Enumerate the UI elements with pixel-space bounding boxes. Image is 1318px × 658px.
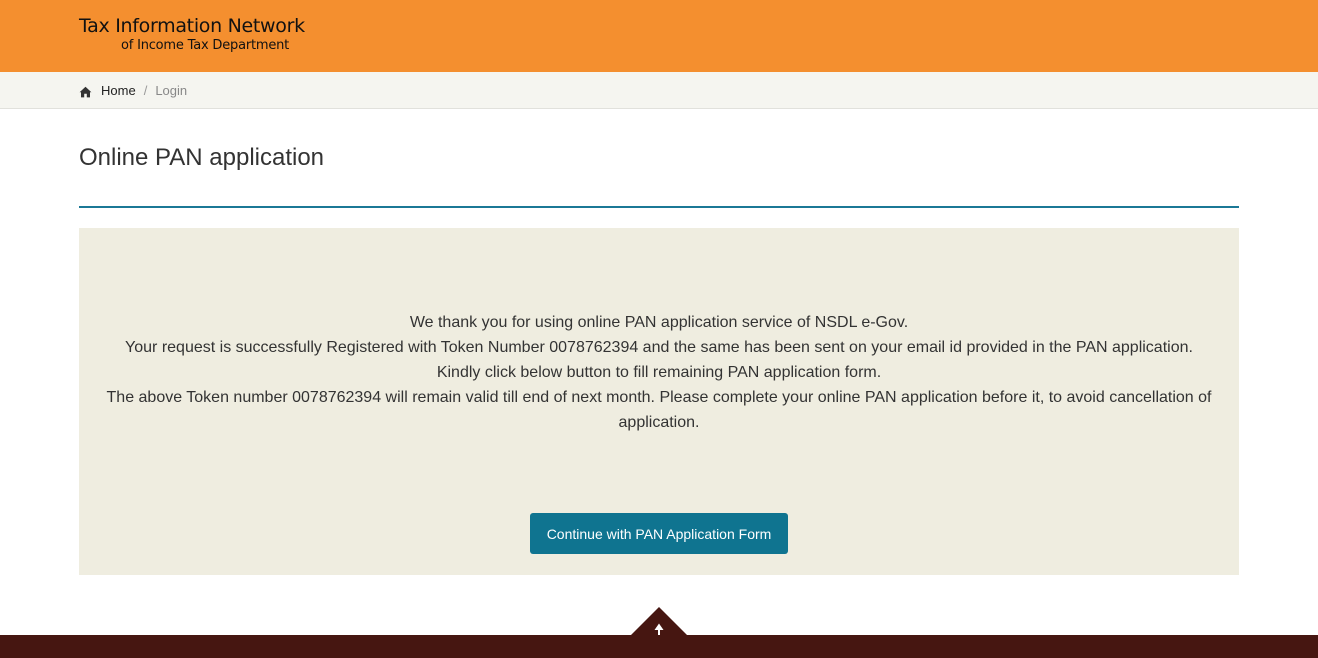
arrow-up-icon [630,607,688,636]
confirmation-message: We thank you for using online PAN applic… [89,310,1229,435]
continue-pan-form-button[interactable]: Continue with PAN Application Form [530,513,788,554]
breadcrumb-home-link[interactable]: Home [101,82,136,99]
site-header: Tax Information Network of Income Tax De… [0,0,1318,72]
scroll-to-top-button[interactable] [630,607,688,636]
breadcrumb-bar: Home / Login [0,72,1318,109]
confirmation-panel: We thank you for using online PAN applic… [79,228,1239,575]
footer-bar [0,635,1318,658]
thank-you-text: We thank you for using online PAN applic… [409,314,909,331]
validity-text: The above Token number 0078762394 will r… [106,389,1212,431]
logo-subtitle: of Income Tax Department [121,38,290,53]
logo-title: Tax Information Network [79,15,305,37]
site-logo[interactable]: Tax Information Network of Income Tax De… [79,14,305,54]
breadcrumb: Home / Login [79,82,187,99]
page-title: Online PAN application [79,144,325,171]
instruction-text: Kindly click below button to fill remain… [436,364,882,381]
title-divider [79,206,1239,208]
registration-text: Your request is successfully Registered … [125,339,1193,356]
breadcrumb-current: Login [155,83,188,98]
breadcrumb-separator: / [143,83,148,98]
home-icon[interactable] [79,85,92,97]
